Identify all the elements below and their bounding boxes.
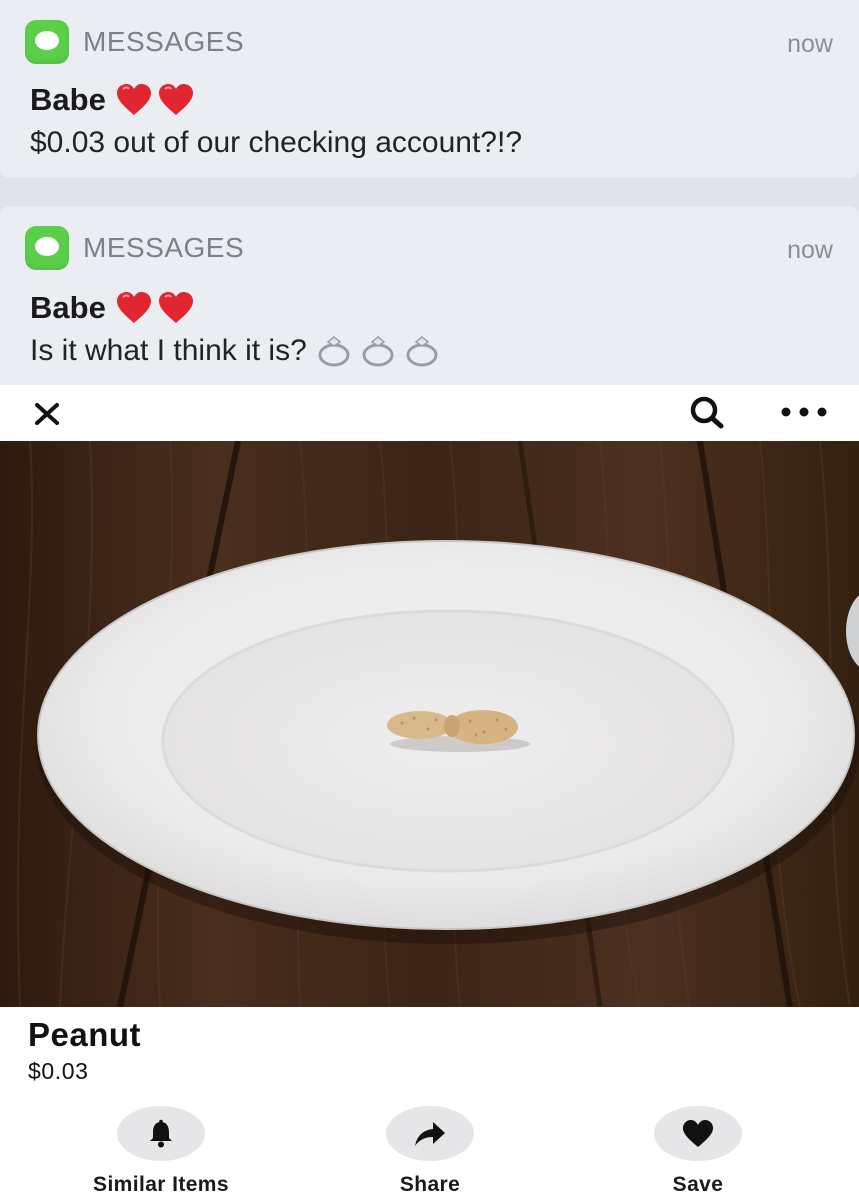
red-heart-icon — [116, 83, 152, 117]
close-icon — [35, 403, 59, 425]
listing-top-bar — [0, 385, 859, 441]
save-button[interactable]: Save — [598, 1106, 798, 1199]
similar-items-button[interactable]: Similar Items — [61, 1106, 261, 1199]
more-options-button[interactable] — [778, 399, 830, 425]
search-button[interactable] — [687, 393, 727, 433]
notification-time: now — [787, 30, 833, 58]
more-icon — [781, 407, 827, 417]
notification-sender: Babe — [30, 290, 200, 326]
share-arrow-icon — [415, 1121, 445, 1146]
notification-message: $0.03 out of our checking account?!? — [30, 126, 523, 159]
similar-items-icon-circle — [117, 1106, 205, 1161]
search-icon — [690, 396, 724, 429]
share-icon-circle — [386, 1106, 474, 1161]
notification-2[interactable]: MESSAGES now Babe Is it what I think it … — [0, 206, 859, 385]
notification-sender: Babe — [30, 82, 200, 118]
notification-area: MESSAGES now Babe $0.03 out of our check… — [0, 0, 859, 385]
listing-price: $0.03 — [28, 1058, 89, 1084]
bell-icon — [150, 1119, 172, 1147]
ring-icon — [315, 334, 353, 368]
close-button[interactable] — [30, 397, 64, 431]
plate-with-peanut-image — [0, 441, 859, 1007]
sender-name: Babe — [30, 82, 106, 117]
red-heart-icon — [158, 83, 194, 117]
messages-app-icon — [25, 20, 69, 64]
notification-time: now — [787, 236, 833, 264]
ring-icon — [403, 334, 441, 368]
save-icon-circle — [654, 1106, 742, 1161]
red-heart-icon — [116, 291, 152, 325]
notification-message: Is it what I think it is? — [30, 334, 447, 368]
notification-app-name: MESSAGES — [83, 232, 245, 263]
sender-name: Babe — [30, 290, 106, 325]
message-text: Is it what I think it is? — [30, 334, 307, 367]
message-emoji — [315, 334, 447, 368]
listing-photo[interactable] — [0, 441, 859, 1007]
similar-items-label: Similar Items — [93, 1173, 229, 1196]
messages-app-icon — [25, 226, 69, 270]
save-label: Save — [672, 1173, 724, 1196]
listing-title: Peanut — [28, 1016, 142, 1053]
sender-emoji — [116, 83, 200, 117]
notification-1[interactable]: MESSAGES now Babe $0.03 out of our check… — [0, 0, 859, 178]
share-button[interactable]: Share — [330, 1106, 530, 1199]
heart-icon — [683, 1119, 713, 1147]
red-heart-icon — [158, 291, 194, 325]
notification-app-name: MESSAGES — [83, 26, 245, 57]
share-label: Share — [399, 1173, 461, 1196]
sender-emoji — [116, 291, 200, 325]
ring-icon — [359, 334, 397, 368]
